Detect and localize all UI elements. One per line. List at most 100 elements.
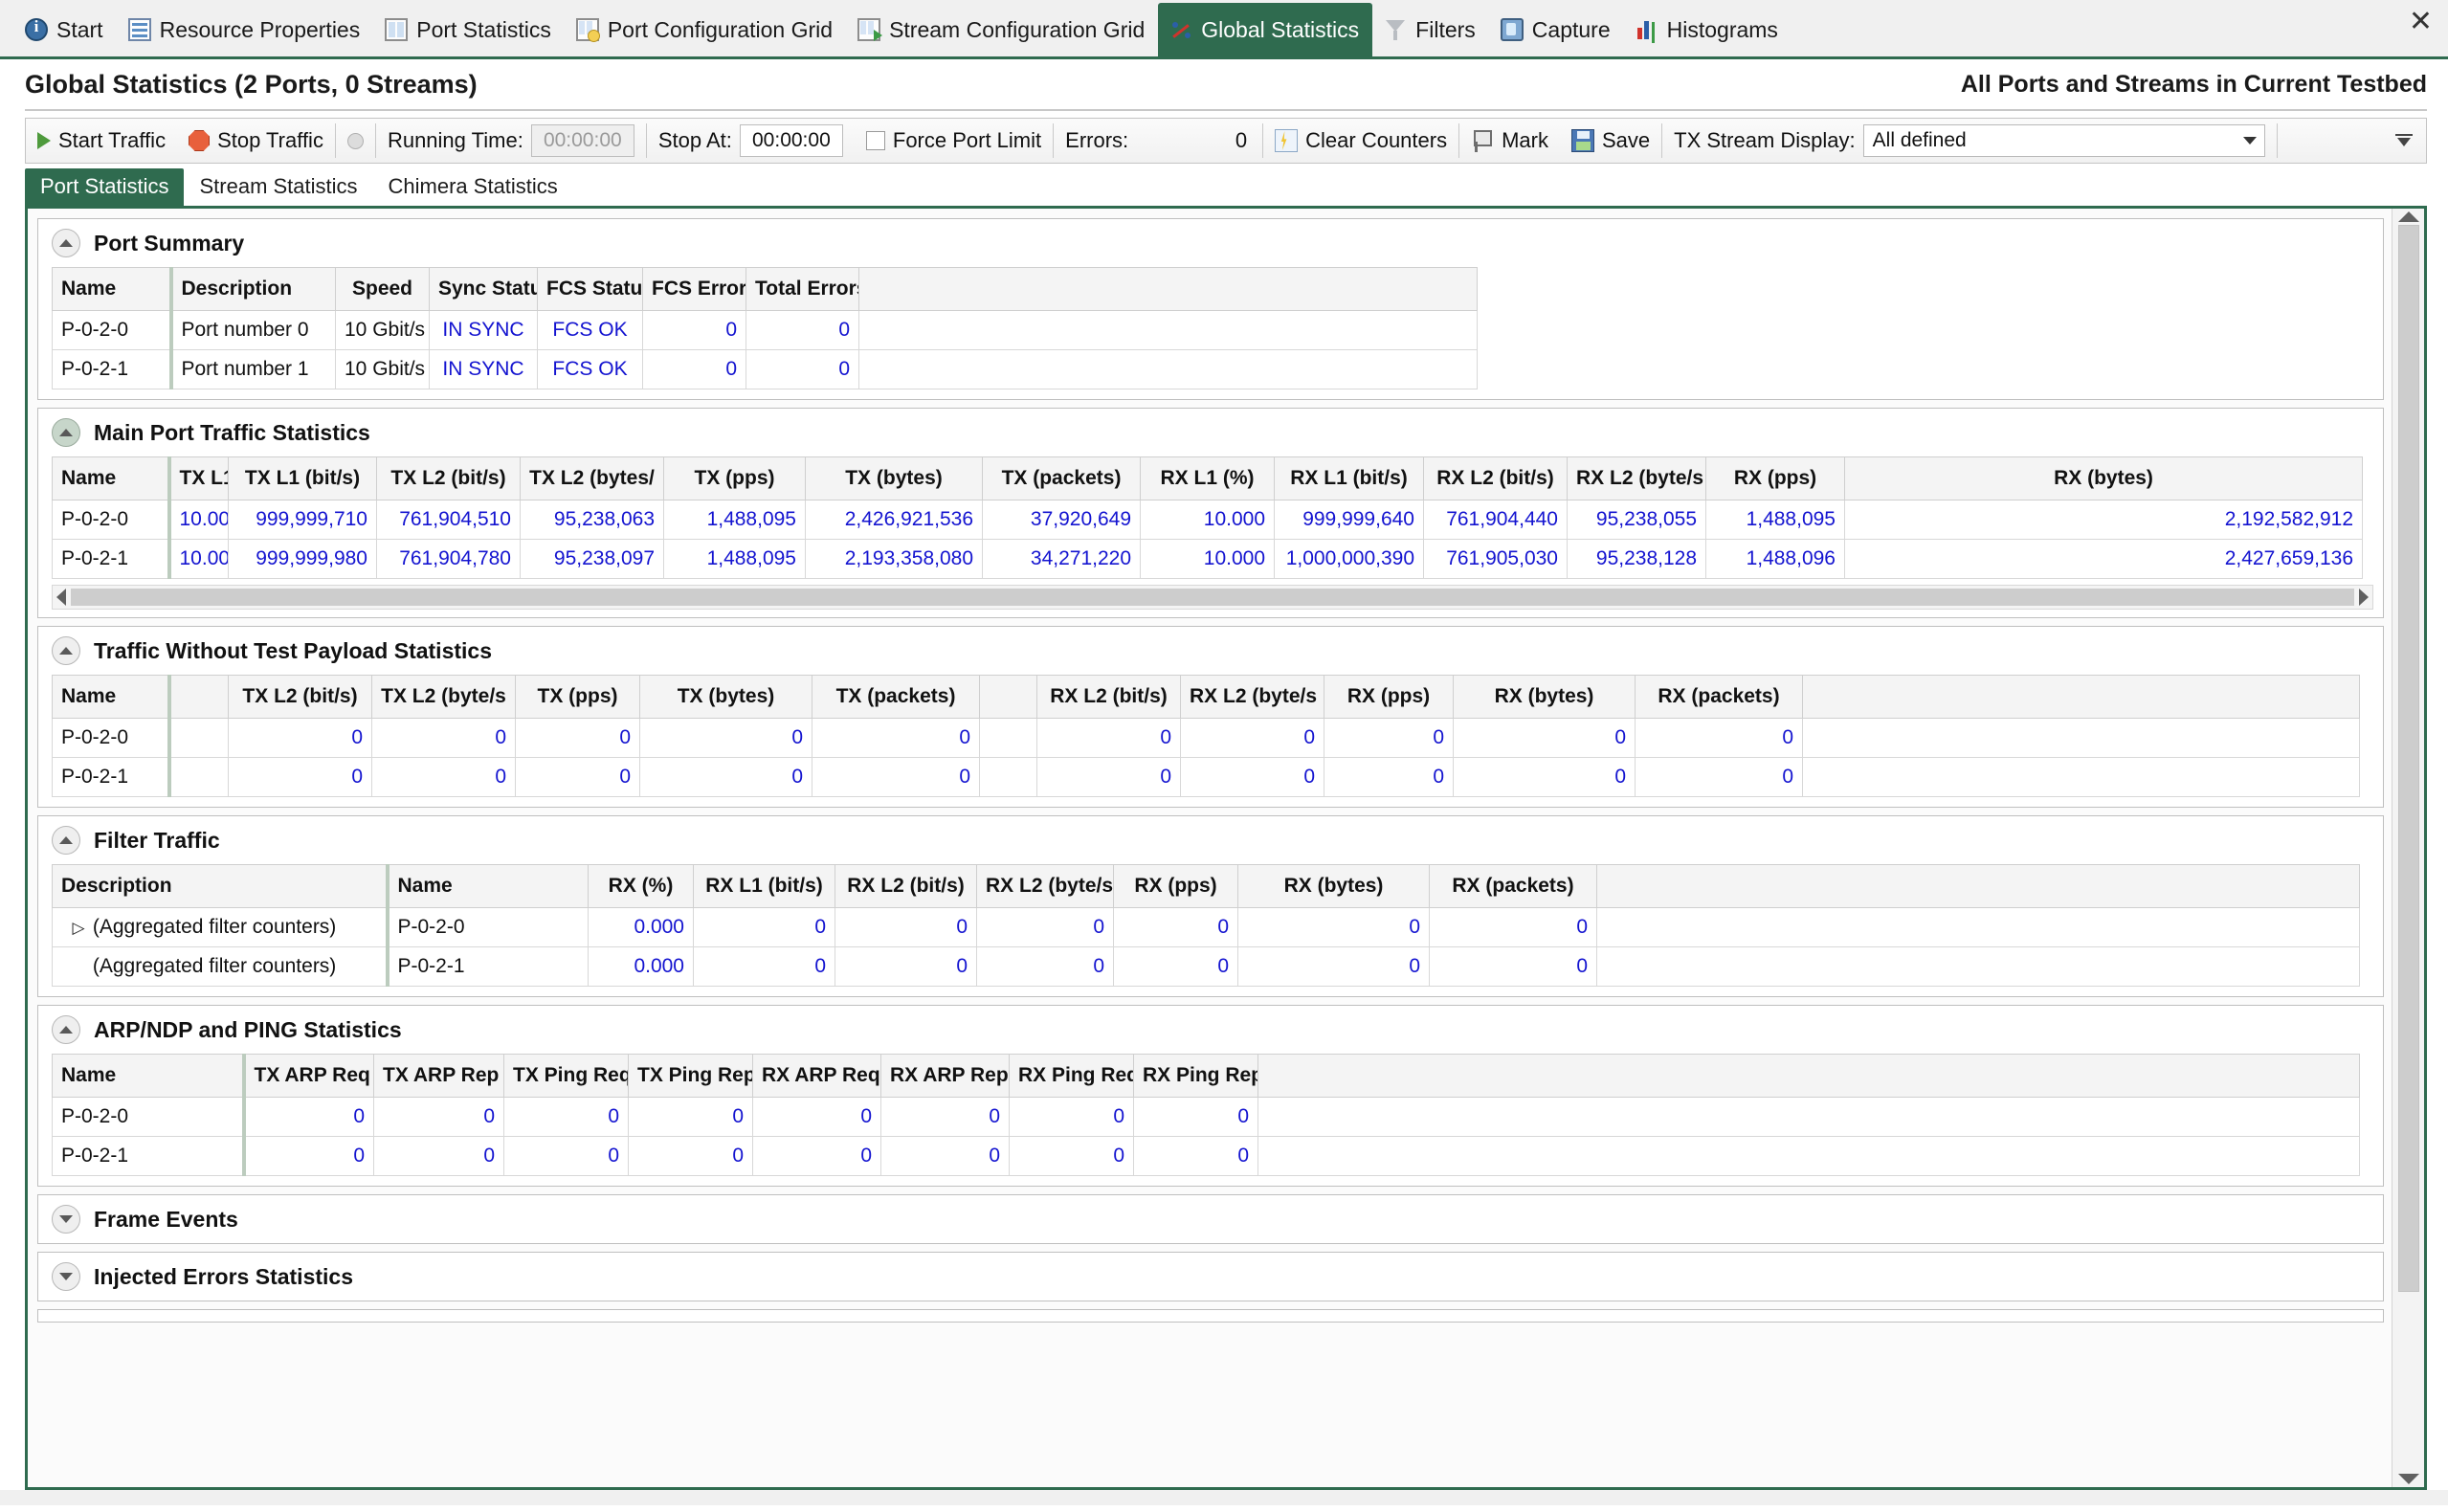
col-name[interactable]: Name (52, 1054, 244, 1098)
table-row[interactable]: P-0-2-1 Port number 1 10 Gbit/s IN SYNC … (52, 349, 1478, 389)
scroll-up-icon[interactable] (2397, 211, 2419, 222)
collapse-toggle-injected-errors[interactable] (52, 1262, 80, 1291)
col-description[interactable]: Description (52, 864, 388, 908)
section-header[interactable]: Injected Errors Statistics (38, 1253, 2383, 1301)
scrollbar-thumb[interactable] (2397, 225, 2419, 1292)
col-tx-l2-bytes[interactable]: TX L2 (bytes/ (520, 456, 664, 500)
table-row[interactable]: P-0-2-0 10.000 999,999,710 761,904,510 9… (52, 500, 2363, 540)
mark-button[interactable]: Mark (1459, 119, 1560, 163)
col-rx-pps[interactable]: RX (pps) (1113, 864, 1238, 908)
clear-counters-button[interactable]: Clear Counters (1263, 119, 1458, 163)
scrollbar-thumb[interactable] (71, 589, 2354, 606)
tab-global-statistics[interactable]: Global Statistics (1158, 3, 1373, 56)
col-rx-arp-req[interactable]: RX ARP Req (752, 1054, 881, 1098)
col-rx-l2-bytes[interactable]: RX L2 (byte/s (1567, 456, 1706, 500)
col-tx-l1-pct[interactable]: TX L1 (% (167, 456, 229, 500)
collapse-toggle-frame-events[interactable] (52, 1205, 80, 1234)
col-description[interactable]: Description (168, 267, 336, 311)
table-row[interactable]: ▷ (Aggregated filter counters) P-0-2-0 0… (52, 907, 2360, 947)
tab-stream-configuration-grid[interactable]: Stream Configuration Grid (846, 3, 1158, 56)
collapse-toggle-traffic-without-payload[interactable] (52, 636, 80, 665)
subtab-port-statistics[interactable]: Port Statistics (25, 168, 185, 206)
close-icon[interactable]: ✕ (2409, 8, 2433, 36)
tab-histograms[interactable]: Histograms (1624, 3, 1791, 56)
col-rx-l1-pct[interactable]: RX L1 (%) (1140, 456, 1275, 500)
col-rx-l2-bits[interactable]: RX L2 (bit/s) (835, 864, 977, 908)
tab-start[interactable]: Start (13, 3, 117, 56)
col-name[interactable]: Name (52, 675, 169, 719)
col-rx-l2-bits[interactable]: RX L2 (bit/s) (1423, 456, 1568, 500)
col-tx-ping-req[interactable]: TX Ping Req (503, 1054, 629, 1098)
collapse-toggle-port-summary[interactable] (52, 229, 80, 257)
col-tx-packets[interactable]: TX (packets) (812, 675, 980, 719)
section-header[interactable]: Main Port Traffic Statistics (38, 409, 2383, 456)
col-rx-l2-bytes[interactable]: RX L2 (byte/s (976, 864, 1114, 908)
tx-stream-display-select[interactable]: All defined (1862, 124, 2265, 157)
col-rx-l1-bits[interactable]: RX L1 (bit/s) (693, 864, 835, 908)
col-tx-pps[interactable]: TX (pps) (663, 456, 806, 500)
table-row[interactable]: (Aggregated filter counters) P-0-2-1 0.0… (52, 946, 2360, 987)
toolbar-overflow-button[interactable] (2382, 119, 2426, 163)
collapse-toggle-arp-ndp-ping[interactable] (52, 1015, 80, 1044)
subtab-stream-statistics[interactable]: Stream Statistics (184, 168, 372, 206)
main-port-traffic-hscrollbar[interactable] (52, 585, 2373, 610)
col-rx-pct[interactable]: RX (%) (588, 864, 694, 908)
col-tx-l2-bits[interactable]: TX L2 (bit/s) (228, 675, 372, 719)
statistics-vscrollbar[interactable] (2392, 209, 2424, 1487)
col-tx-bytes[interactable]: TX (bytes) (639, 675, 812, 719)
col-rx-pps[interactable]: RX (pps) (1705, 456, 1845, 500)
table-row[interactable]: P-0-2-1 0 0 0 0 0 0 0 0 (52, 1136, 2360, 1176)
col-fcs-status[interactable]: FCS Status (537, 267, 643, 311)
start-traffic-button[interactable]: Start Traffic (26, 119, 177, 163)
table-row[interactable]: P-0-2-0 0 0 0 0 0 0 0 0 0 0 (52, 718, 2360, 758)
row-expander-icon[interactable]: ▷ (70, 919, 87, 938)
collapse-toggle-main-port-traffic[interactable] (52, 418, 80, 447)
tab-capture[interactable]: Capture (1489, 3, 1624, 56)
col-rx-arp-rep[interactable]: RX ARP Rep (880, 1054, 1010, 1098)
col-name[interactable]: Name (52, 267, 171, 311)
scroll-down-icon[interactable] (2397, 1474, 2419, 1484)
col-tx-bytes[interactable]: TX (bytes) (805, 456, 983, 500)
col-rx-l1-bits[interactable]: RX L1 (bit/s) (1274, 456, 1424, 500)
section-header[interactable]: Filter Traffic (38, 816, 2383, 864)
col-tx-arp-rep[interactable]: TX ARP Rep (373, 1054, 504, 1098)
stop-at-input[interactable]: 00:00:00 (739, 124, 843, 157)
col-tx-packets[interactable]: TX (packets) (982, 456, 1141, 500)
col-tx-l2-bits[interactable]: TX L2 (bit/s) (376, 456, 521, 500)
tab-port-statistics[interactable]: Port Statistics (373, 3, 565, 56)
col-rx-ping-req[interactable]: RX Ping Req (1009, 1054, 1134, 1098)
stop-traffic-button[interactable]: Stop Traffic (177, 119, 335, 163)
tab-port-configuration-grid[interactable]: Port Configuration Grid (565, 3, 846, 56)
col-name[interactable]: Name (385, 864, 589, 908)
col-rx-bytes[interactable]: RX (bytes) (1844, 456, 2363, 500)
scroll-left-icon[interactable] (56, 589, 66, 606)
col-tx-l1-bits[interactable]: TX L1 (bit/s) (228, 456, 377, 500)
col-rx-bytes[interactable]: RX (bytes) (1453, 675, 1636, 719)
col-speed[interactable]: Speed (335, 267, 430, 311)
col-fcs-errors[interactable]: FCS Errors (642, 267, 746, 311)
col-tx-l2-bytes[interactable]: TX L2 (byte/s (371, 675, 516, 719)
tab-filters[interactable]: Filters (1372, 3, 1489, 56)
subtab-chimera-statistics[interactable]: Chimera Statistics (373, 168, 573, 206)
col-tx-ping-rep[interactable]: TX Ping Rep (628, 1054, 753, 1098)
col-sync-status[interactable]: Sync Status (429, 267, 538, 311)
col-rx-ping-rep[interactable]: RX Ping Rep (1133, 1054, 1258, 1098)
col-rx-packets[interactable]: RX (packets) (1635, 675, 1803, 719)
table-row[interactable]: P-0-2-1 0 0 0 0 0 0 0 0 0 0 (52, 757, 2360, 797)
table-row[interactable]: P-0-2-0 Port number 0 10 Gbit/s IN SYNC … (52, 310, 1478, 350)
col-rx-bytes[interactable]: RX (bytes) (1237, 864, 1430, 908)
section-header[interactable]: Port Summary (38, 219, 2383, 267)
col-name[interactable]: Name (52, 456, 169, 500)
col-rx-pps[interactable]: RX (pps) (1324, 675, 1454, 719)
col-rx-l2-bytes[interactable]: RX L2 (byte/s (1180, 675, 1324, 719)
table-row[interactable]: P-0-2-1 10.000 999,999,980 761,904,780 9… (52, 539, 2363, 579)
table-row[interactable]: P-0-2-0 0 0 0 0 0 0 0 0 (52, 1097, 2360, 1137)
col-tx-arp-req[interactable]: TX ARP Req (241, 1054, 374, 1098)
section-header[interactable]: ARP/NDP and PING Statistics (38, 1006, 2383, 1054)
col-rx-l2-bits[interactable]: RX L2 (bit/s) (1036, 675, 1181, 719)
col-rx-packets[interactable]: RX (packets) (1429, 864, 1597, 908)
col-tx-pps[interactable]: TX (pps) (515, 675, 640, 719)
section-header[interactable]: Traffic Without Test Payload Statistics (38, 627, 2383, 675)
save-button[interactable]: Save (1560, 119, 1661, 163)
checkbox-icon[interactable] (865, 131, 885, 150)
